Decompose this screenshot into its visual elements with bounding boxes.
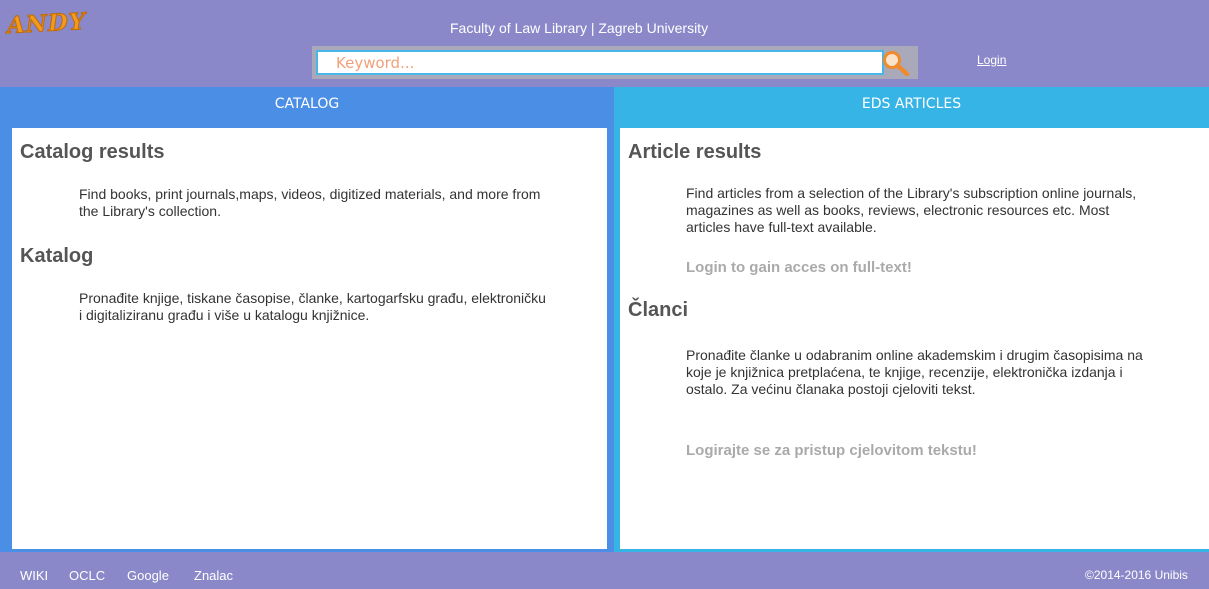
search-bar (312, 46, 918, 79)
catalog-panel-content: Catalog results Find books, print journa… (12, 128, 607, 549)
articles-heading-hr: Članci (628, 299, 689, 321)
footer-link-znalac[interactable]: Znalac (194, 568, 233, 583)
header: ANDY Faculty of Law Library | Zagreb Uni… (0, 0, 1209, 87)
footer-link-google[interactable]: Google (127, 568, 169, 583)
catalog-panel: Catalog results Find books, print journa… (0, 121, 614, 552)
tab-catalog[interactable]: CATALOG (0, 87, 614, 121)
login-link[interactable]: Login (977, 53, 1006, 67)
articles-panel-content: Article results Find articles from a sel… (620, 128, 1209, 549)
site-title: Faculty of Law Library | Zagreb Universi… (450, 20, 709, 36)
catalog-heading-en: Catalog results (20, 141, 165, 163)
search-input[interactable] (316, 50, 884, 75)
login-full-text-note-hr[interactable]: Logirajte se za pristup cjelovitom tekst… (686, 442, 977, 459)
footer-link-oclc[interactable]: OCLC (69, 568, 105, 583)
footer-link-wiki[interactable]: WIKI (20, 568, 48, 583)
tab-eds-articles[interactable]: EDS ARTICLES (614, 87, 1209, 121)
catalog-description-hr: Pronađite knjige, tiskane časopise, član… (79, 290, 546, 323)
login-full-text-note-en[interactable]: Login to gain acces on full-text! (686, 259, 912, 276)
catalog-heading-hr: Katalog (20, 245, 94, 267)
footer: WIKI OCLC Google Znalac ©2014-2016 Unibi… (0, 552, 1209, 589)
copyright: ©2014-2016 Unibis (1085, 568, 1188, 582)
search-button[interactable] (878, 49, 914, 77)
articles-description-hr: Pronađite članke u odabranim online akad… (686, 347, 1143, 397)
catalog-description-en: Find books, print journals,maps, videos,… (79, 186, 541, 219)
articles-heading-en: Article results (628, 141, 762, 163)
andy-logo[interactable]: ANDY (6, 7, 88, 39)
magnifier-icon (883, 51, 910, 77)
articles-panel: Article results Find articles from a sel… (614, 121, 1209, 552)
articles-description-en: Find articles from a selection of the Li… (686, 185, 1137, 235)
